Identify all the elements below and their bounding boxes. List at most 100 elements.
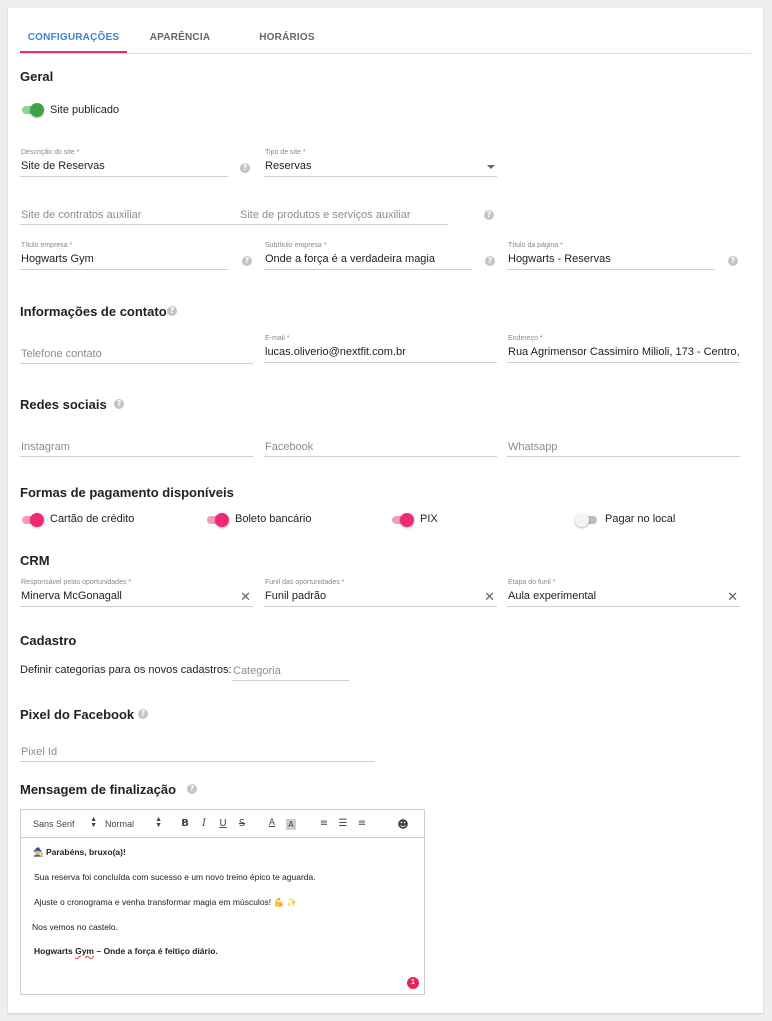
bullet-list-icon[interactable]: ☰ bbox=[337, 818, 349, 829]
tabs-divider bbox=[20, 53, 751, 54]
field-label: Etapa do funil * bbox=[508, 579, 556, 586]
endereco-field[interactable]: Endereço * Rua Agrimensor Cassimiro Mili… bbox=[507, 335, 741, 363]
help-circle-icon[interactable]: ? bbox=[187, 784, 197, 794]
site-produtos-auxiliar-field[interactable]: Site de produtos e serviços auxiliar bbox=[239, 197, 448, 225]
tipo-site-select[interactable]: Tipo de site * Reservas bbox=[264, 149, 497, 177]
font-size-select[interactable]: Normal ▲ ▼ bbox=[105, 816, 162, 829]
field-placeholder: Site de contratos auxiliar bbox=[21, 209, 142, 221]
field-value: Hogwarts - Reservas bbox=[508, 253, 611, 265]
emoji-icon[interactable]: ☻ bbox=[397, 818, 409, 831]
titulo-pagina-field[interactable]: Título da página * Hogwarts - Reservas bbox=[507, 242, 715, 270]
site-publicado-label: Site publicado bbox=[50, 104, 120, 116]
subtitulo-empresa-field[interactable]: Subtítulo empresa * Onde a força é a ver… bbox=[264, 242, 472, 270]
field-label: Subtítulo empresa * bbox=[265, 242, 327, 249]
field-underline bbox=[507, 362, 740, 363]
text-color-icon[interactable]: A bbox=[266, 818, 278, 828]
titulo-empresa-field[interactable]: Título empresa * Hogwarts Gym bbox=[20, 242, 228, 270]
help-circle-icon[interactable]: ? bbox=[485, 256, 495, 266]
close-icon[interactable]: ✕ bbox=[484, 589, 495, 605]
close-icon[interactable]: ✕ bbox=[727, 589, 738, 605]
editor-line: Nos vemos no castelo. bbox=[32, 922, 118, 932]
field-placeholder: Facebook bbox=[265, 441, 314, 453]
pixel-id-field[interactable]: Pixel Id bbox=[20, 734, 375, 762]
field-underline bbox=[264, 456, 497, 457]
field-label: Responsável pelas oportunidades * bbox=[21, 579, 132, 586]
field-label: E-mail * bbox=[265, 335, 290, 342]
tab-configuracoes[interactable]: CONFIGURAÇÕES bbox=[20, 32, 127, 43]
help-circle-icon[interactable]: ? bbox=[167, 306, 177, 316]
section-title-crm: CRM bbox=[20, 553, 50, 568]
categoria-field[interactable]: Categoria bbox=[232, 653, 349, 681]
help-circle-icon[interactable]: ? bbox=[728, 256, 738, 266]
field-value: Minerva McGonagall bbox=[21, 590, 122, 602]
updown-icon: ▲ ▼ bbox=[90, 816, 97, 829]
tab-horarios[interactable]: HORÁRIOS bbox=[237, 32, 337, 43]
responsavel-oportunidades-select[interactable]: Responsável pelas oportunidades * Minerv… bbox=[20, 579, 253, 607]
field-placeholder: Pixel Id bbox=[21, 746, 58, 758]
toggle-knob bbox=[400, 513, 414, 527]
field-underline bbox=[20, 176, 228, 177]
help-circle-icon[interactable]: ? bbox=[242, 256, 252, 266]
help-circle-icon[interactable]: ? bbox=[484, 210, 494, 220]
toggle-knob bbox=[575, 513, 589, 527]
section-title-cadastro: Cadastro bbox=[20, 633, 77, 648]
toggle-knob bbox=[30, 513, 44, 527]
boleto-bancario-toggle[interactable] bbox=[205, 513, 229, 527]
underline-icon[interactable]: U bbox=[217, 818, 229, 829]
etapa-funil-select[interactable]: Etapa do funil * Aula experimental ✕ bbox=[507, 579, 740, 607]
ordered-list-icon[interactable]: ≡ bbox=[318, 818, 330, 829]
field-label: Funil das oportunidades * bbox=[265, 579, 345, 586]
field-placeholder: Site de produtos e serviços auxiliar bbox=[240, 209, 411, 221]
field-underline bbox=[264, 269, 472, 270]
instagram-field[interactable]: Instagram bbox=[20, 429, 253, 457]
funil-oportunidades-select[interactable]: Funil das oportunidades * Funil padrão ✕ bbox=[264, 579, 497, 607]
cartao-credito-label: Cartão de crédito bbox=[50, 513, 135, 525]
background-color-icon[interactable]: A bbox=[286, 819, 296, 830]
field-value: Hogwarts Gym bbox=[21, 253, 94, 265]
italic-icon[interactable]: I bbox=[198, 818, 210, 829]
settings-card: CONFIGURAÇÕES APARÊNCIA HORÁRIOS Geral S… bbox=[8, 8, 763, 1013]
strike-icon[interactable]: S bbox=[236, 818, 248, 829]
rich-text-editor[interactable]: Sans Serif ▲ ▼ Normal ▲ ▼ B I U S A A ≡ ☰ ≡ … bbox=[20, 809, 425, 995]
field-underline bbox=[264, 176, 497, 177]
font-family-select[interactable]: Sans Serif ▲ ▼ bbox=[33, 816, 97, 829]
close-icon[interactable]: ✕ bbox=[240, 589, 251, 605]
field-underline bbox=[507, 606, 740, 607]
editor-line: Hogwarts Gym – Onde a força é feitiço di… bbox=[34, 946, 218, 956]
email-field[interactable]: E-mail * lucas.oliverio@nextfit.com.br bbox=[264, 335, 497, 363]
pagar-no-local-toggle[interactable] bbox=[575, 513, 599, 527]
help-circle-icon[interactable]: ? bbox=[138, 709, 148, 719]
site-publicado-toggle[interactable] bbox=[20, 103, 44, 117]
pix-label: PIX bbox=[420, 513, 438, 525]
boleto-bancario-label: Boleto bancário bbox=[235, 513, 312, 525]
site-contratos-auxiliar-field[interactable]: Site de contratos auxiliar bbox=[20, 197, 253, 225]
bold-icon[interactable]: B bbox=[179, 818, 191, 829]
field-underline bbox=[264, 362, 497, 363]
facebook-field[interactable]: Facebook bbox=[264, 429, 497, 457]
field-placeholder: Telefone contato bbox=[21, 348, 102, 360]
section-title-geral: Geral bbox=[20, 69, 54, 84]
tab-aparencia[interactable]: APARÊNCIA bbox=[130, 32, 230, 43]
field-value: Onde a força é a verdadeira magia bbox=[265, 253, 435, 265]
wizard-emoji-icon: 🧙 bbox=[33, 847, 44, 857]
field-value: Site de Reservas bbox=[21, 160, 105, 172]
field-underline bbox=[20, 363, 253, 364]
help-circle-icon[interactable]: ? bbox=[240, 163, 250, 173]
spellcheck-word: Gym bbox=[75, 946, 94, 956]
telefone-contato-field[interactable]: Telefone contato bbox=[20, 336, 253, 364]
field-underline bbox=[239, 224, 448, 225]
descricao-site-field[interactable]: Descrição do site * Site de Reservas bbox=[20, 149, 228, 177]
font-size-value: Normal bbox=[105, 819, 135, 829]
cartao-credito-toggle[interactable] bbox=[20, 513, 44, 527]
field-placeholder: Instagram bbox=[21, 441, 70, 453]
whatsapp-field[interactable]: Whatsapp bbox=[507, 429, 740, 457]
field-label: Título empresa * bbox=[21, 242, 73, 249]
updown-icon: ▲ ▼ bbox=[155, 816, 162, 829]
pix-toggle[interactable] bbox=[390, 513, 414, 527]
editor-toolbar: Sans Serif ▲ ▼ Normal ▲ ▼ B I U S A A ≡ ☰ ≡ … bbox=[21, 810, 424, 838]
field-label: Endereço * bbox=[508, 335, 543, 342]
notification-badge[interactable]: 1 bbox=[407, 977, 419, 989]
help-circle-icon[interactable]: ? bbox=[114, 399, 124, 409]
align-icon[interactable]: ≡ bbox=[356, 818, 368, 829]
field-label: Tipo de site * bbox=[265, 149, 306, 156]
